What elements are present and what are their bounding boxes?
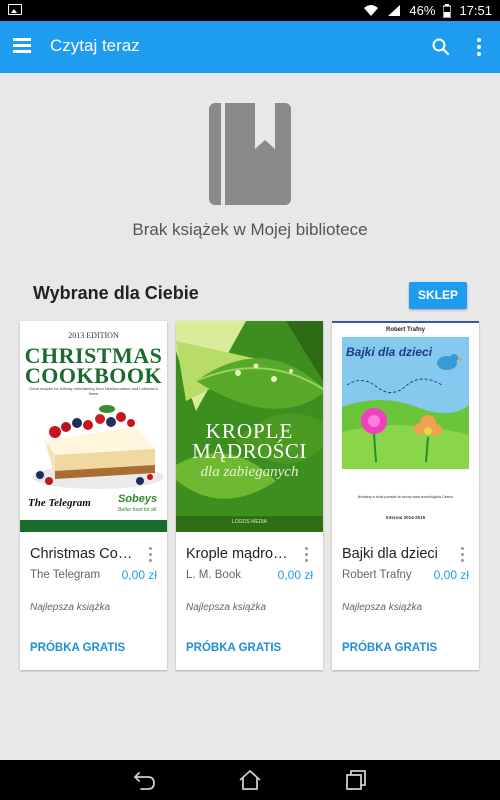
menu-icon[interactable] (13, 36, 33, 56)
book-badge: Najlepsza książka (30, 602, 111, 613)
more-options-icon[interactable] (148, 547, 154, 563)
search-icon[interactable] (431, 37, 451, 57)
cover-title: Bajki dla dzieci (346, 345, 433, 359)
battery-icon (443, 3, 452, 18)
back-icon[interactable] (133, 769, 157, 791)
more-options-icon[interactable] (304, 547, 310, 563)
more-options-icon[interactable] (460, 547, 466, 563)
cover-title-line2: MĄDROŚCI (192, 439, 307, 463)
cheesecake-illustration (32, 405, 164, 489)
book-cover: 2013 EDITION CHRISTMAS COOKBOOK Great re… (20, 321, 167, 532)
wifi-icon (364, 5, 379, 16)
book-price: 0,00 zł (433, 568, 469, 582)
more-options-icon[interactable] (474, 37, 484, 57)
recent-apps-icon[interactable] (344, 769, 368, 791)
system-navigation-bar (0, 760, 500, 800)
battery-percent: 46% (409, 3, 436, 18)
cover-sponsor: Sobeys (118, 493, 158, 505)
signal-icon (388, 5, 401, 16)
book-cover: KROPLE MĄDROŚCI dla zabieganych LOGOS ME… (176, 321, 323, 532)
cover-sponsor-tag: Better food for all (118, 507, 157, 513)
cover-edition: 2013 EDITION (68, 331, 119, 340)
gallery-notification-icon (8, 4, 22, 15)
empty-library-bookmark-icon (209, 103, 291, 205)
app-title: Czytaj teraz (50, 36, 140, 55)
cover-subtitle: dla zabieganych (200, 464, 299, 480)
empty-library-message: Brak książek w Mojej bibliotece (132, 220, 368, 239)
cover-publisher: The Telegram (28, 497, 91, 509)
book-card[interactable]: Robert Trafny Bajki dla dzieci Niniejszy… (332, 321, 479, 670)
book-author: Robert Trafny (342, 569, 412, 581)
book-title: Christmas Co… (30, 546, 133, 562)
book-cover: Robert Trafny Bajki dla dzieci Niniejszy… (332, 321, 479, 532)
book-author: L. M. Book (186, 569, 241, 581)
book-card[interactable]: 2013 EDITION CHRISTMAS COOKBOOK Great re… (20, 321, 167, 670)
cover-author: Robert Trafny (385, 327, 425, 333)
status-bar: 46% 17:51 (0, 0, 500, 21)
home-icon[interactable] (238, 769, 262, 791)
book-price: 0,00 zł (121, 568, 157, 582)
cover-imprint: LOGOS MEDIA (231, 519, 267, 525)
app-bar: Czytaj teraz (0, 21, 500, 73)
book-title: Krople mądroś… (186, 546, 294, 562)
section-title: Wybrane dla Ciebie (33, 283, 199, 303)
shop-button[interactable]: SKLEP (409, 282, 467, 309)
cover-note: Niniejszy e-book powstał ze strony www.c… (357, 495, 454, 499)
book-badge: Najlepsza książka (186, 602, 267, 613)
free-sample-link[interactable]: PRÓBKA GRATIS (30, 642, 125, 654)
book-badge: Najlepsza książka (342, 602, 423, 613)
clock: 17:51 (459, 3, 492, 18)
cover-tagline: Great recipes for holiday entertaining f… (28, 386, 159, 396)
free-sample-link[interactable]: PRÓBKA GRATIS (342, 642, 437, 654)
book-card[interactable]: KROPLE MĄDROŚCI dla zabieganych LOGOS ME… (176, 321, 323, 670)
book-title: Bajki dla dzieci (342, 546, 438, 562)
book-author: The Telegram (30, 569, 101, 581)
cover-footer: Internat 2014-2015 (385, 515, 426, 520)
book-price: 0,00 zł (277, 568, 313, 582)
free-sample-link[interactable]: PRÓBKA GRATIS (186, 642, 281, 654)
